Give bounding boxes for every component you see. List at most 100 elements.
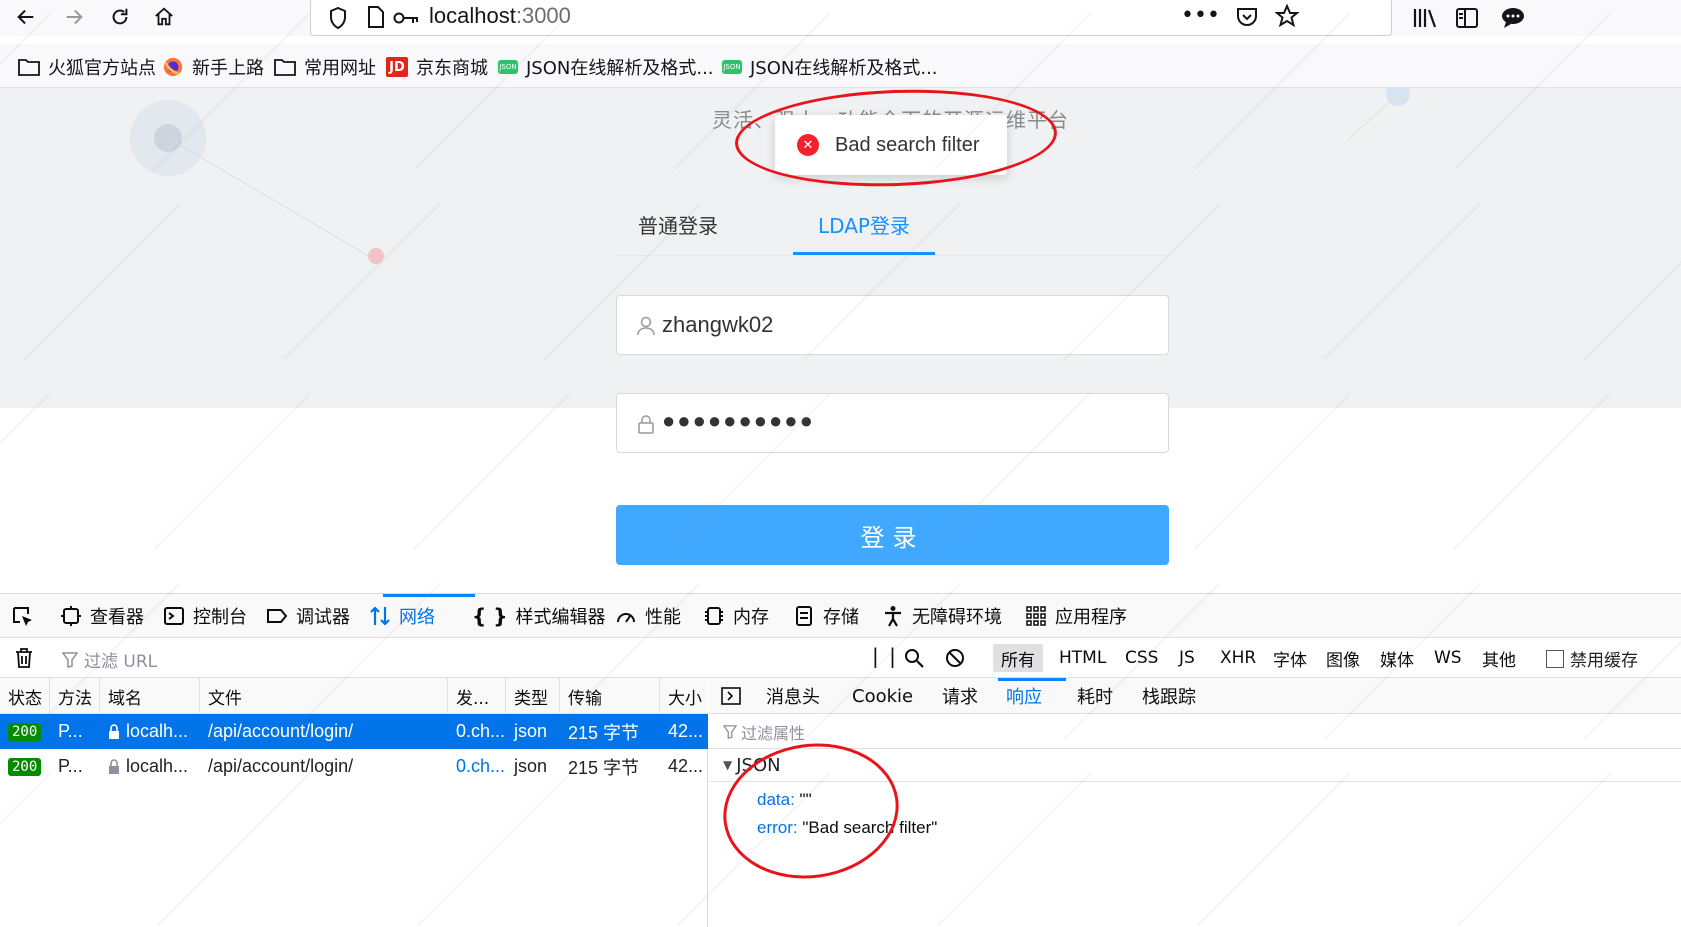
bookmark-star-icon[interactable] bbox=[1275, 4, 1299, 28]
filter-properties-input[interactable]: 过滤属性 bbox=[723, 720, 805, 744]
tab-inspector[interactable]: 查看器 bbox=[60, 594, 144, 638]
block-icon[interactable] bbox=[945, 648, 965, 668]
request-list-header: 状态 方法 域名 文件 发... 类型 传输 大小 bbox=[0, 678, 708, 714]
col-transferred[interactable]: 传输 bbox=[560, 678, 660, 714]
request-row[interactable]: 200 P... localh... /api/account/login/ 0… bbox=[0, 749, 708, 784]
tab-style-editor[interactable]: { } 样式编辑器 bbox=[472, 594, 605, 638]
url-bar[interactable]: localhost:3000 ••• bbox=[310, 0, 1392, 36]
shield-icon[interactable] bbox=[329, 7, 347, 29]
col-domain[interactable]: 域名 bbox=[100, 678, 200, 714]
col-method[interactable]: 方法 bbox=[50, 678, 100, 714]
chat-icon[interactable] bbox=[1500, 6, 1526, 30]
jd-icon: JD bbox=[386, 57, 408, 77]
forward-button[interactable] bbox=[58, 2, 90, 32]
element-picker-icon[interactable] bbox=[12, 606, 34, 628]
checkbox-box bbox=[1546, 649, 1564, 668]
filter-images[interactable]: 图像 bbox=[1318, 644, 1368, 672]
filter-js[interactable]: JS bbox=[1171, 644, 1203, 672]
tab-label: 样式编辑器 bbox=[515, 607, 606, 628]
tab-divider bbox=[616, 255, 1166, 256]
application-grid-icon bbox=[1026, 606, 1046, 626]
filter-other[interactable]: 其他 bbox=[1474, 644, 1524, 672]
tab-network[interactable]: 网络 bbox=[369, 594, 435, 638]
tab-storage[interactable]: 存储 bbox=[793, 594, 859, 638]
filter-xhr[interactable]: XHR bbox=[1212, 644, 1264, 672]
pocket-icon[interactable] bbox=[1235, 5, 1259, 29]
bookmark-folder-firefox[interactable]: 火狐官方站点 bbox=[18, 54, 156, 80]
tab-debugger[interactable]: 调试器 bbox=[266, 594, 350, 638]
filter-url-placeholder: 过滤 URL bbox=[84, 652, 158, 672]
tab-label: 内存 bbox=[733, 607, 769, 628]
lock-icon bbox=[638, 415, 654, 434]
filter-icon bbox=[723, 725, 737, 739]
col-size[interactable]: 大小 bbox=[660, 678, 708, 714]
tab-ldap-login[interactable]: LDAP登录 bbox=[818, 210, 910, 239]
request-row[interactable]: 200 P... localh... /api/account/login/ 0… bbox=[0, 714, 708, 749]
filter-html[interactable]: HTML bbox=[1051, 644, 1114, 672]
tab-request[interactable]: 请求 bbox=[942, 678, 978, 714]
col-cause[interactable]: 发... bbox=[448, 678, 506, 714]
folder-icon bbox=[18, 59, 40, 76]
home-icon bbox=[155, 7, 173, 26]
back-arrow-icon bbox=[17, 9, 34, 25]
reload-button[interactable] bbox=[104, 2, 136, 32]
tab-label: 存储 bbox=[823, 607, 859, 628]
col-type[interactable]: 类型 bbox=[506, 678, 560, 714]
page-content: 灵活、强大、功能全面的开源运维平台 ✕ Bad search filter 普通… bbox=[0, 88, 1681, 593]
request-file: /api/account/login/ bbox=[208, 721, 354, 741]
password-field[interactable]: ●●●●●●●●●● bbox=[616, 393, 1169, 453]
filter-url-input[interactable]: 过滤 URL bbox=[62, 647, 157, 672]
bookmark-json-2[interactable]: JSON JSON在线解析及格式... bbox=[722, 54, 938, 80]
tab-console[interactable]: 控制台 bbox=[163, 594, 247, 638]
filter-fonts[interactable]: 字体 bbox=[1265, 644, 1315, 672]
request-type: json bbox=[514, 756, 548, 776]
braces-icon: { } bbox=[472, 604, 508, 628]
collapse-triangle-icon: ▼ bbox=[723, 758, 733, 772]
col-file[interactable]: 文件 bbox=[200, 678, 448, 714]
tab-headers[interactable]: 消息头 bbox=[766, 678, 820, 714]
detail-tabs: 消息头 Cookie 请求 响应 耗时 栈跟踪 bbox=[709, 678, 1681, 714]
tab-performance[interactable]: 性能 bbox=[615, 594, 681, 638]
reload-icon bbox=[112, 8, 128, 25]
folder-icon bbox=[274, 59, 296, 76]
search-icon[interactable] bbox=[904, 648, 924, 668]
domain-text: localh... bbox=[126, 721, 189, 741]
sidebar-icon[interactable] bbox=[1455, 6, 1479, 30]
request-domain: localh... bbox=[100, 714, 200, 749]
back-button[interactable] bbox=[10, 2, 42, 32]
tab-cookies[interactable]: Cookie bbox=[852, 678, 913, 714]
bookmark-getting-started[interactable]: 新手上路 bbox=[162, 54, 264, 80]
login-button[interactable]: 登录 bbox=[616, 505, 1169, 565]
trash-icon[interactable] bbox=[14, 647, 34, 669]
request-domain: localh... bbox=[100, 749, 200, 784]
disable-cache-checkbox[interactable]: 禁用缓存 bbox=[1546, 646, 1638, 671]
bookmark-jd[interactable]: JD 京东商城 bbox=[386, 54, 488, 80]
filter-ws[interactable]: WS bbox=[1426, 644, 1470, 672]
bookmark-label: 京东商城 bbox=[416, 58, 488, 79]
network-filter-bar: 过滤 URL | | 所有 HTML CSS JS XHR 字体 图像 媒体 W… bbox=[0, 638, 1681, 678]
filter-css[interactable]: CSS bbox=[1117, 644, 1166, 672]
filter-media[interactable]: 媒体 bbox=[1372, 644, 1422, 672]
tab-label: 无障碍环境 bbox=[912, 607, 1002, 628]
bookmark-folder-common[interactable]: 常用网址 bbox=[274, 54, 376, 80]
tab-memory[interactable]: 内存 bbox=[703, 594, 769, 638]
tab-normal-login[interactable]: 普通登录 bbox=[638, 210, 718, 239]
more-actions-icon[interactable]: ••• bbox=[1181, 3, 1220, 28]
tab-response[interactable]: 响应 bbox=[1006, 678, 1042, 714]
library-icon[interactable] bbox=[1412, 6, 1438, 30]
url-text[interactable]: localhost:3000 bbox=[429, 3, 571, 29]
filter-all[interactable]: 所有 bbox=[993, 644, 1043, 672]
username-field[interactable]: zhangwk02 bbox=[616, 295, 1169, 355]
status-badge: 200 bbox=[8, 722, 42, 741]
toggle-panel-icon[interactable] bbox=[721, 687, 741, 705]
key-icon[interactable] bbox=[393, 11, 419, 25]
col-status[interactable]: 状态 bbox=[0, 678, 50, 714]
tab-timings[interactable]: 耗时 bbox=[1077, 678, 1113, 714]
bookmark-json-1[interactable]: JSON JSON在线解析及格式... bbox=[498, 54, 714, 80]
home-button[interactable] bbox=[148, 2, 180, 32]
tab-stack-trace[interactable]: 栈跟踪 bbox=[1142, 678, 1196, 714]
pause-icon[interactable]: | | bbox=[872, 644, 898, 668]
tab-application[interactable]: 应用程序 bbox=[1025, 594, 1127, 638]
tab-accessibility[interactable]: 无障碍环境 bbox=[882, 594, 1002, 638]
request-size: 42... bbox=[668, 756, 704, 776]
